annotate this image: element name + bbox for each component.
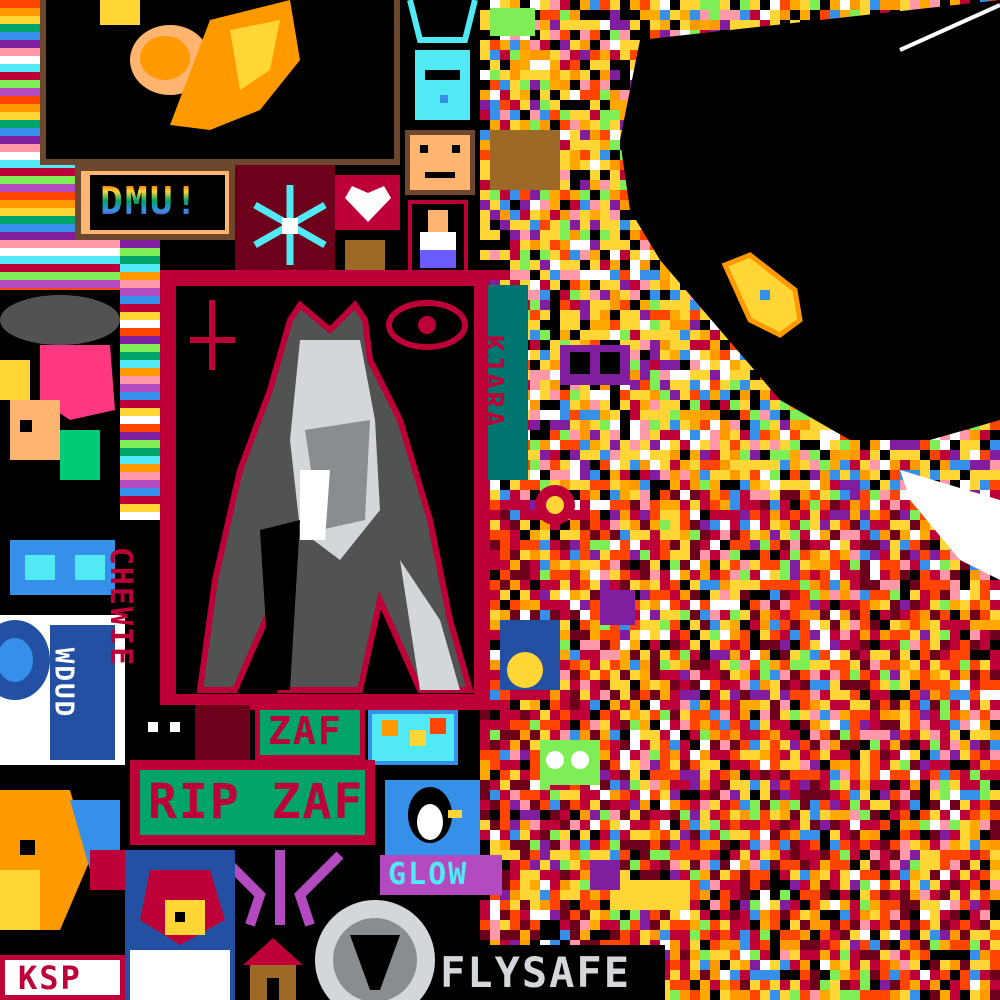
pixel-art-canvas[interactable]: DMU! WDUD KSP CHEWIE KJARA ZAF RIP ZAF G… bbox=[0, 0, 1000, 1000]
